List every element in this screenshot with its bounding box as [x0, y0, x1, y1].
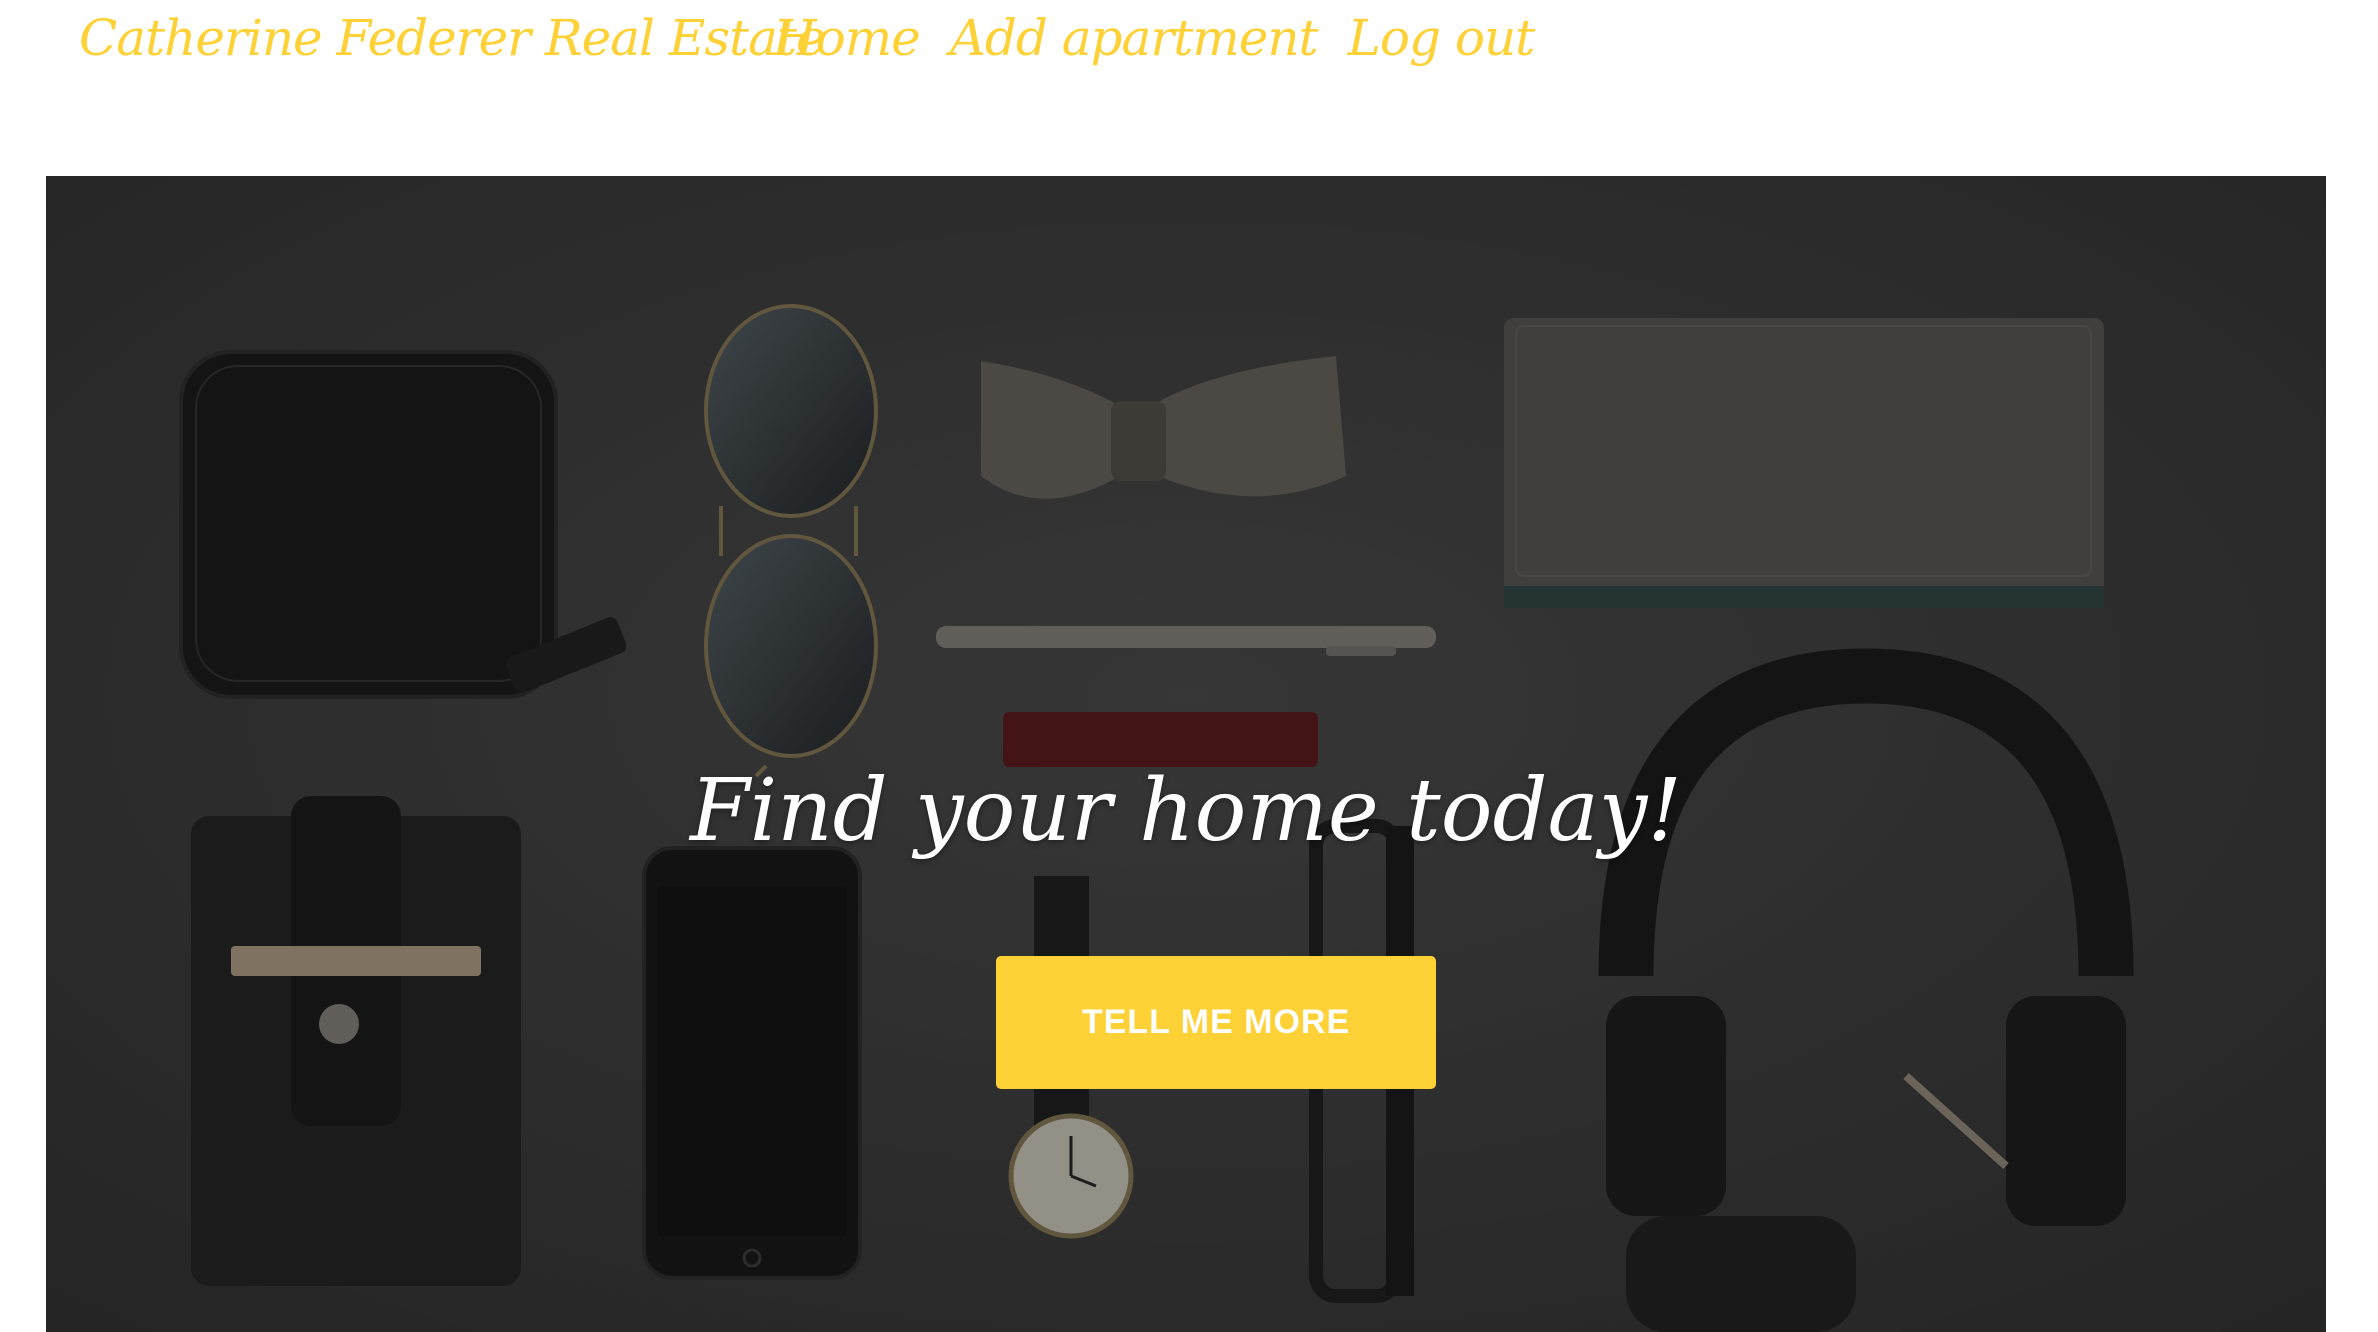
nav-links: Home Add apartment Log out [773, 2, 1536, 74]
hero-section: Find your home today! TELL ME MORE [46, 176, 2326, 1332]
nav-link-home[interactable]: Home [773, 2, 921, 74]
nav-link-add-apartment[interactable]: Add apartment [950, 2, 1319, 74]
hero-heading: Find your home today! [690, 761, 1682, 861]
tell-me-more-button[interactable]: TELL ME MORE [996, 956, 1436, 1089]
nav-link-log-out[interactable]: Log out [1348, 2, 1536, 74]
brand-link[interactable]: Catherine Federer Real Estate [79, 2, 826, 74]
hero-overlay [46, 176, 2326, 1332]
navbar: Catherine Federer Real Estate Home Add a… [0, 0, 2378, 120]
